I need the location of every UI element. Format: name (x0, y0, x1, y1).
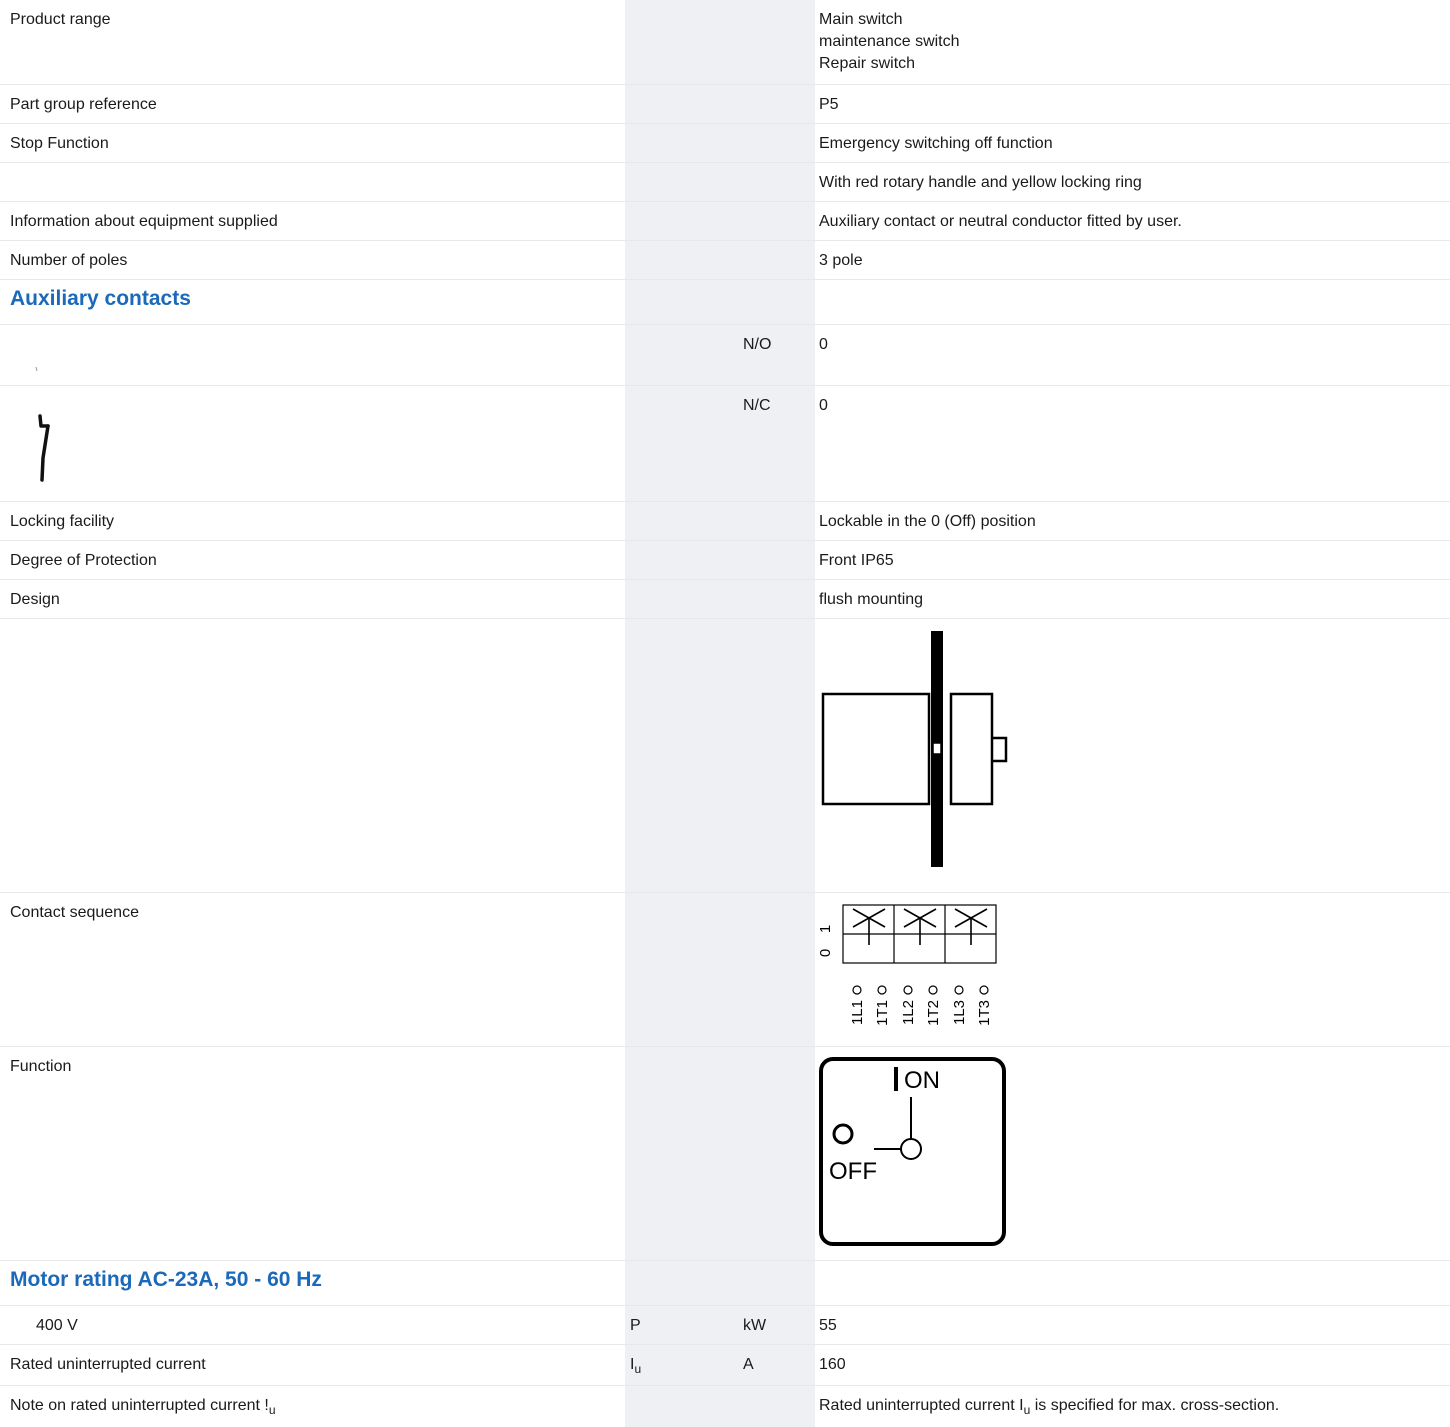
label-contact-sequence: Contact sequence (10, 904, 139, 921)
row-aux-no: N/O 0 (0, 325, 1450, 386)
row-equipment-info: Information about equipment supplied Aux… (0, 202, 1450, 241)
terminal-1l2-label: 1L2 (900, 1000, 917, 1025)
row-note: Note on rated uninterrupted current !u R… (0, 1386, 1450, 1427)
switch-function-dial-icon: ON OFF (819, 1057, 1006, 1246)
label-part-group: Part group reference (10, 96, 157, 113)
label-stop-function: Stop Function (10, 135, 109, 152)
value-equipment-info: Auxiliary contact or neutral conductor f… (819, 213, 1182, 230)
value-nc: 0 (819, 397, 828, 414)
contact-sequence-diagram-icon: 1 0 1L1 1T1 1L2 1T2 1L3 1T3 (817, 904, 997, 1026)
terminal-1l1-label: 1L1 (849, 1000, 866, 1025)
position-0-label: 0 (817, 949, 834, 957)
label-function: Function (10, 1058, 72, 1075)
row-locking: Locking facility Lockable in the 0 (Off)… (0, 502, 1450, 541)
symbol-nc: N/C (743, 397, 771, 414)
row-contact-sequence: Contact sequence 1 0 1L1 1T1 1L2 1T2 1L3… (0, 893, 1450, 1047)
terminal-1t3-label: 1T3 (976, 1000, 993, 1026)
section-heading-auxiliary-contacts: Auxiliary contacts (10, 287, 191, 310)
label-rated-current: Rated uninterrupted current (10, 1356, 206, 1373)
off-label: OFF (829, 1158, 877, 1185)
label-locking: Locking facility (10, 513, 115, 530)
label-poles: Number of poles (10, 252, 128, 269)
row-design: Design flush mounting (0, 580, 1450, 619)
row-rated-current: Rated uninterrupted current Iu A 160 (0, 1345, 1450, 1386)
row-stop-function: Stop Function Emergency switching off fu… (0, 124, 1450, 163)
value-part-group: P5 (819, 96, 839, 113)
symbol-no: N/O (743, 336, 772, 353)
row-function: Function ON OFF (0, 1047, 1450, 1261)
label-400v: 400 V (36, 1317, 78, 1334)
spec-table: Product range Main switch maintenance sw… (0, 0, 1450, 1427)
terminal-1l3-label: 1L3 (951, 1000, 968, 1025)
nc-contact-symbol-icon (38, 414, 50, 482)
label-design: Design (10, 591, 60, 608)
row-poles: Number of poles 3 pole (0, 241, 1450, 280)
value-no: 0 (819, 336, 828, 353)
row-aux-nc: N/C 0 (0, 386, 1450, 502)
label-product-range: Product range (10, 11, 111, 28)
value-stop-function: Emergency switching off function (819, 135, 1053, 152)
value-design: flush mounting (819, 591, 924, 608)
no-contact-symbol-icon (35, 366, 38, 372)
symbol-iu: Iu (630, 1356, 642, 1377)
row-part-group: Part group reference P5 (0, 85, 1450, 124)
unit-kw: kW (743, 1317, 767, 1334)
label-note: Note on rated uninterrupted current !u (10, 1397, 276, 1418)
label-equipment-info: Information about equipment supplied (10, 213, 278, 230)
value-locking: Lockable in the 0 (Off) position (819, 513, 1036, 530)
unit-a: A (743, 1356, 754, 1373)
value-poles: 3 pole (819, 252, 863, 269)
symbol-p: P (630, 1317, 641, 1334)
value-protection: Front IP65 (819, 552, 894, 569)
row-handle: With red rotary handle and yellow lockin… (0, 163, 1450, 202)
row-motor-400v: 400 V P kW 55 (0, 1306, 1450, 1345)
flush-mounting-drawing-icon (821, 631, 1008, 867)
terminal-1t1-label: 1T1 (874, 1000, 891, 1026)
label-protection: Degree of Protection (10, 552, 157, 569)
value-note: Rated uninterrupted current Iu is specif… (819, 1397, 1280, 1418)
row-aux-heading: Auxiliary contacts (0, 280, 1450, 325)
value-rated-current: 160 (819, 1356, 846, 1373)
row-mounting-drawing (0, 619, 1450, 893)
terminal-1t2-label: 1T2 (925, 1000, 942, 1026)
on-label: ON (904, 1067, 940, 1094)
value-product-range-2: maintenance switch (819, 33, 960, 50)
row-product-range: Product range Main switch maintenance sw… (0, 0, 1450, 85)
section-heading-motor-rating: Motor rating AC-23A, 50 - 60 Hz (10, 1268, 322, 1291)
value-product-range-1: Main switch (819, 11, 903, 28)
row-protection: Degree of Protection Front IP65 (0, 541, 1450, 580)
value-product-range-3: Repair switch (819, 55, 916, 72)
value-handle: With red rotary handle and yellow lockin… (819, 174, 1142, 191)
value-motor-power: 55 (819, 1317, 837, 1334)
position-1-label: 1 (817, 925, 834, 933)
row-motor-heading: Motor rating AC-23A, 50 - 60 Hz (0, 1261, 1450, 1306)
